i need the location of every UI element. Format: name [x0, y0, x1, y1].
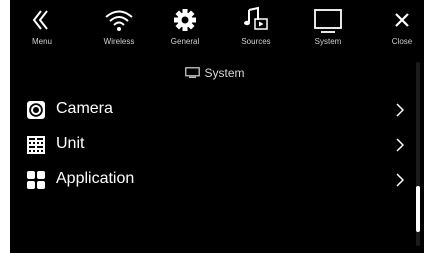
- monitor-icon: [185, 67, 201, 78]
- monitor-icon: [311, 6, 345, 36]
- page-title: System: [10, 66, 420, 86]
- list-item-label: Camera: [56, 100, 113, 117]
- menu-label: Menu: [31, 37, 52, 46]
- chevron-right-icon: [396, 173, 404, 187]
- list-item-label: Application: [56, 170, 135, 187]
- menu-button[interactable]: Menu: [10, 0, 74, 52]
- system-button[interactable]: System: [296, 0, 360, 52]
- scrollbar-thumb[interactable]: [416, 186, 420, 232]
- list-item-unit[interactable]: Unit: [10, 130, 414, 160]
- general-label: General: [170, 37, 200, 46]
- wireless-button[interactable]: Wireless: [87, 0, 151, 52]
- app-grid-icon: [26, 170, 46, 190]
- sources-button[interactable]: Sources: [224, 0, 288, 52]
- chevron-right-icon: [396, 103, 404, 117]
- menu-double-chevron-icon: [25, 6, 59, 36]
- page-title-text: System: [204, 66, 245, 80]
- wireless-label: Wireless: [103, 37, 135, 46]
- unit-grid-icon: [26, 135, 46, 155]
- camera-lens-icon: [26, 100, 46, 120]
- chevron-right-icon: [396, 138, 404, 152]
- list-item-application[interactable]: Application: [10, 165, 414, 195]
- music-note-icon: [239, 6, 273, 36]
- close-button[interactable]: Close: [370, 0, 424, 52]
- general-button[interactable]: General: [153, 0, 217, 52]
- list-item-camera[interactable]: Camera: [10, 95, 414, 125]
- list-item-label: Unit: [56, 135, 85, 152]
- top-navigation-bar: Menu Wireless General Sources System Clo…: [10, 0, 424, 52]
- close-icon: [385, 6, 419, 36]
- system-label: System: [314, 37, 342, 46]
- close-label: Close: [391, 37, 413, 46]
- sources-label: Sources: [241, 37, 271, 46]
- settings-screen: Menu Wireless General Sources System Clo…: [10, 0, 424, 253]
- gear-icon: [168, 6, 202, 36]
- wifi-icon: [102, 6, 136, 36]
